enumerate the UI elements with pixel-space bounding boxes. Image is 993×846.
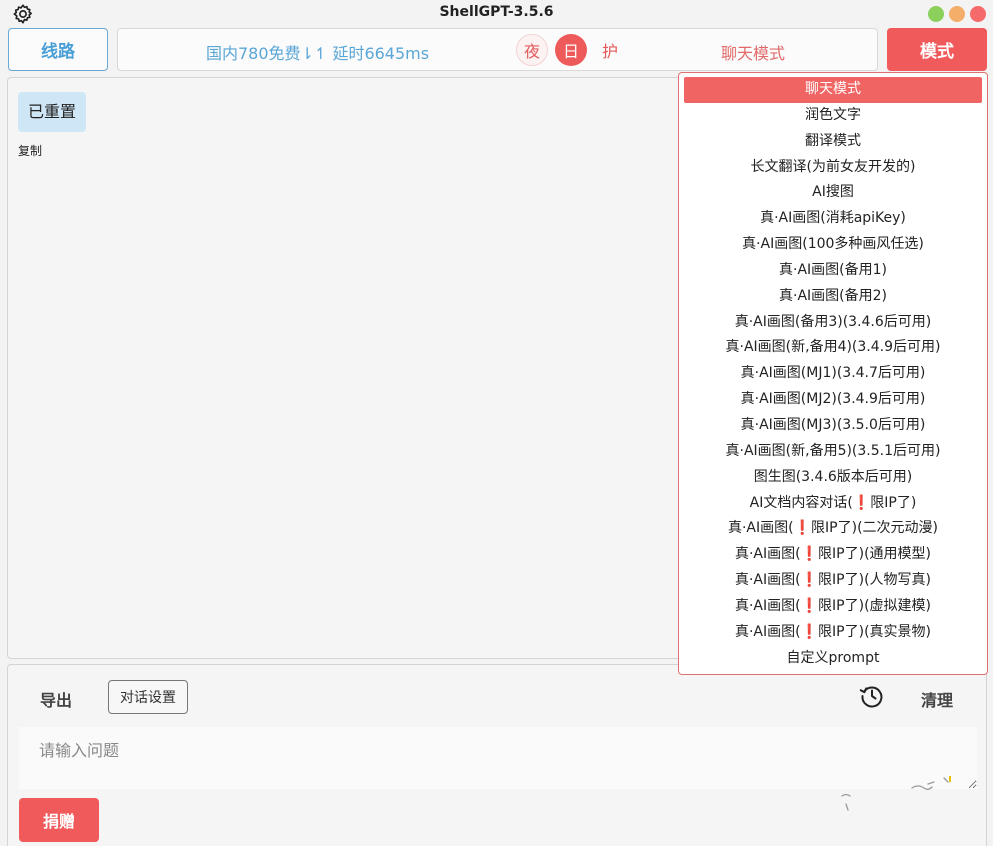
mode-menu-item[interactable]: AI文档内容对话(❗限IP了) <box>684 491 982 517</box>
eye-care-theme-button[interactable]: 护 <box>594 34 626 66</box>
mode-menu-item[interactable]: 真·AI画图(❗限IP了)(二次元动漫) <box>684 516 982 542</box>
mode-menu-item[interactable]: 图生图(3.4.6版本后可用) <box>684 465 982 491</box>
mode-menu-item[interactable]: 真·AI画图(MJ1)(3.4.7后可用) <box>684 361 982 387</box>
connection-status: 国内780免费⇂↿ 延时6645ms <box>206 44 430 63</box>
close-button[interactable] <box>970 6 986 22</box>
mode-menu-item[interactable]: 真·AI画图(❗限IP了)(虚拟建模) <box>684 594 982 620</box>
mode-menu-item[interactable]: 真·AI画图(新,备用5)(3.5.1后可用) <box>684 439 982 465</box>
clear-button[interactable]: 清理 <box>921 687 953 711</box>
maximize-button[interactable] <box>928 6 944 22</box>
message-bubble: 已重置 <box>18 92 87 132</box>
mode-menu-item[interactable]: 真·AI画图(备用2) <box>684 284 982 310</box>
mode-button[interactable]: 模式 <box>887 28 987 71</box>
mode-menu-item[interactable]: AI搜图 <box>684 180 982 206</box>
mode-menu-item[interactable]: 润色文字 <box>684 103 982 129</box>
window-title: ShellGPT-3.5.6 <box>439 4 554 20</box>
mode-menu-item[interactable]: 真·AI画图(❗限IP了)(真实景物) <box>684 620 982 646</box>
mode-menu-item[interactable]: 真·AI画图(❗限IP了)(人物写真) <box>684 568 982 594</box>
history-icon[interactable] <box>858 682 886 710</box>
status-bar: 国内780免费⇂↿ 延时6645ms 夜 日 护 聊天模式 <box>117 28 878 71</box>
current-mode-label: 聊天模式 <box>721 44 786 63</box>
watermark-graphic <box>841 776 951 811</box>
copy-button[interactable]: 复制 <box>18 142 42 159</box>
night-theme-button[interactable]: 夜 <box>516 34 548 66</box>
mode-menu-item[interactable]: 长文翻译(为前女友开发的) <box>684 155 982 181</box>
mode-dropdown-menu: 聊天模式 润色文字 翻译模式 长文翻译(为前女友开发的) AI搜图 真·AI画图(消耗ap… <box>678 72 988 675</box>
mode-menu-item[interactable]: 真·AI画图(MJ2)(3.4.9后可用) <box>684 387 982 413</box>
minimize-button[interactable] <box>949 6 965 22</box>
mode-menu-item[interactable]: 真·AI画图(备用3)(3.4.6后可用) <box>684 310 982 336</box>
day-theme-button[interactable]: 日 <box>555 34 587 66</box>
mode-menu-item[interactable]: 聊天模式 <box>684 77 982 103</box>
chat-settings-button[interactable]: 对话设置 <box>108 680 188 714</box>
mode-menu-item[interactable]: 真·AI画图(MJ3)(3.5.0后可用) <box>684 413 982 439</box>
route-button[interactable]: 线路 <box>8 28 108 71</box>
mode-menu-item[interactable]: 真·AI画图(❗限IP了)(通用模型) <box>684 542 982 568</box>
mode-menu-item[interactable]: 真·AI画图(新,备用4)(3.4.9后可用) <box>684 335 982 361</box>
mode-menu-item[interactable]: 真·AI画图(消耗apiKey) <box>684 206 982 232</box>
mode-menu-item[interactable]: 真·AI画图(备用1) <box>684 258 982 284</box>
export-button[interactable]: 导出 <box>40 687 72 711</box>
mode-menu-item[interactable]: 真·AI画图(100多种画风任选) <box>684 232 982 258</box>
title-bar: ShellGPT-3.5.6 <box>0 0 993 26</box>
donate-button[interactable]: 捐赠 <box>19 798 99 842</box>
mode-menu-item[interactable]: 翻译模式 <box>684 129 982 155</box>
mode-menu-item[interactable]: 自定义prompt <box>684 646 982 672</box>
